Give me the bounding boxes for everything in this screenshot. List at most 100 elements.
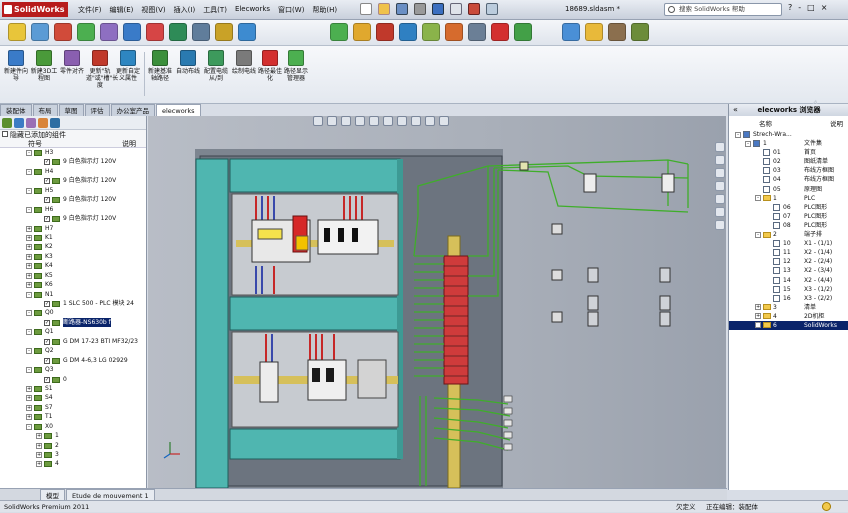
tree-row[interactable]: + S4 (0, 393, 146, 402)
expand-toggle-icon[interactable]: + (755, 304, 761, 311)
tree-row[interactable]: + K5 (0, 271, 146, 280)
tree-row[interactable]: ✓ 0 (0, 375, 146, 384)
menu-file[interactable]: 文件(F) (78, 5, 102, 15)
project-tree-row[interactable]: 15 X3 - (1/2) (729, 285, 848, 294)
pilot-light-h3[interactable] (583, 173, 597, 193)
expand-toggle-icon[interactable]: - (735, 131, 741, 138)
duct-icon[interactable] (399, 23, 417, 41)
previous-view-icon[interactable] (341, 116, 351, 126)
feature-tree-icon[interactable] (2, 118, 12, 128)
transformer-t1[interactable] (357, 359, 387, 399)
expand-toggle-icon[interactable]: - (26, 310, 32, 317)
new-icon[interactable] (360, 3, 372, 15)
expand-toggle-icon[interactable]: - (26, 206, 32, 213)
tree-row[interactable]: - Q0 (0, 308, 146, 317)
tree-row[interactable]: - H5 (0, 186, 146, 195)
tree-row[interactable]: + K4 (0, 261, 146, 270)
selector-h5[interactable] (587, 295, 599, 311)
selector-h6[interactable] (587, 311, 599, 327)
cable-from-to-button[interactable]: 配置电缆从/到 (202, 50, 230, 82)
connector-icon[interactable] (169, 23, 187, 41)
zoom-area-icon[interactable] (327, 116, 337, 126)
component-checkbox[interactable]: ✓ (44, 159, 50, 166)
save-icon[interactable] (396, 3, 408, 15)
expand-toggle-icon[interactable]: - (26, 348, 32, 355)
tree-row[interactable]: + S1 (0, 384, 146, 393)
tree-row[interactable]: - H6 (0, 205, 146, 214)
expand-toggle-icon[interactable]: - (26, 423, 32, 430)
rebuild-icon[interactable] (468, 3, 480, 15)
stop-icon[interactable] (146, 23, 164, 41)
tree-row[interactable]: ✓ 9 白色指示灯 120V (0, 176, 146, 185)
project-tree-row[interactable]: 04 布线方框图 (729, 175, 848, 184)
project-tree-row[interactable]: - 1 文件集 (729, 139, 848, 148)
expand-toggle-icon[interactable]: + (26, 225, 32, 232)
terminal-icon[interactable] (100, 23, 118, 41)
rebuild-status-icon[interactable] (822, 502, 831, 511)
expand-toggle-icon[interactable]: + (26, 395, 32, 402)
expand-toggle-icon[interactable]: - (755, 195, 761, 202)
tree-row[interactable]: + K2 (0, 242, 146, 251)
rail-icon[interactable] (422, 23, 440, 41)
scene-icon[interactable] (425, 116, 435, 126)
expand-toggle-icon[interactable]: + (26, 414, 32, 421)
undo-icon[interactable] (432, 3, 444, 15)
component-icon[interactable] (31, 23, 49, 41)
menu-tools[interactable]: 工具(T) (203, 5, 227, 15)
component-checkbox[interactable]: ✓ (44, 178, 50, 185)
expand-toggle-icon[interactable]: + (755, 313, 761, 320)
component-checkbox[interactable]: ✓ (44, 319, 50, 326)
expand-toggle-icon[interactable]: + (36, 452, 42, 458)
design-library-icon[interactable] (715, 168, 725, 178)
path-optimize-button[interactable]: 路径最佳化 (256, 50, 284, 82)
minimize-button[interactable]: - (798, 3, 801, 12)
expand-toggle-icon[interactable]: + (26, 263, 32, 270)
expand-toggle-icon[interactable]: - (745, 140, 751, 147)
new-axis-path-button[interactable]: 新建基准轴路径 (146, 50, 174, 82)
component-checkbox[interactable]: ✓ (44, 376, 50, 383)
help-button[interactable]: ? (788, 3, 792, 12)
home-icon[interactable] (715, 155, 725, 165)
custom-props-tab-icon[interactable] (715, 220, 725, 230)
menu-insert[interactable]: 插入(I) (174, 5, 196, 15)
property-icon[interactable] (14, 118, 24, 128)
tab-sketch[interactable]: 草图 (58, 104, 84, 116)
tree-row[interactable]: ✓ 9 白色指示灯 120V (0, 214, 146, 223)
component-checkbox[interactable]: ✓ (44, 216, 50, 223)
tab-office-products[interactable]: 办公室产品 (110, 104, 155, 116)
project-tree-row[interactable]: 13 X2 - (3/4) (729, 266, 848, 275)
project-tree-row[interactable]: 03 布线方框图 (729, 166, 848, 175)
project-tree-row[interactable]: - 1 PLC (729, 194, 848, 203)
view-orientation-icon[interactable] (369, 116, 379, 126)
help-panel-icon[interactable] (50, 118, 60, 128)
col-name[interactable]: 名称 (759, 118, 772, 128)
view-settings-icon[interactable] (439, 116, 449, 126)
maximize-button[interactable]: □ (807, 3, 815, 12)
selector-h7[interactable] (659, 267, 671, 283)
edit-appearance-icon[interactable] (411, 116, 421, 126)
tree-row[interactable]: ✓ 1 SLC 500 - PLC 模块 24 (0, 299, 146, 308)
tools-icon[interactable] (631, 23, 649, 41)
menu-help[interactable]: 帮助(H) (312, 5, 337, 15)
resources-icon[interactable] (715, 142, 725, 152)
select-icon[interactable] (450, 3, 462, 15)
expand-toggle-icon[interactable]: + (26, 404, 32, 411)
no-entry-icon[interactable] (491, 23, 509, 41)
sync-icon[interactable] (238, 23, 256, 41)
tree-row[interactable]: - Q1 (0, 327, 146, 336)
delete-wire-icon[interactable] (376, 23, 394, 41)
auto-route-button[interactable]: 自动布线 (174, 50, 202, 75)
tree-row[interactable]: +4 (0, 459, 146, 468)
hide-added-checkbox[interactable] (2, 131, 8, 137)
place-icon[interactable] (353, 23, 371, 41)
tab-elecworks[interactable]: elecworks (156, 104, 201, 116)
help-search-input[interactable]: 搜索 SolidWorks 帮助 (664, 3, 782, 16)
harness-icon[interactable] (77, 23, 95, 41)
new-part-wizard-button[interactable]: 新建件向导 (2, 50, 30, 82)
expand-toggle-icon[interactable]: - (26, 291, 32, 298)
zoom-fit-icon[interactable] (313, 116, 323, 126)
col-desc[interactable]: 说明 (830, 118, 843, 128)
tree-row[interactable]: ✓ 断路器-NS630b f (0, 317, 146, 328)
tree-row[interactable]: - Q3 (0, 365, 146, 374)
print-icon[interactable] (414, 3, 426, 15)
